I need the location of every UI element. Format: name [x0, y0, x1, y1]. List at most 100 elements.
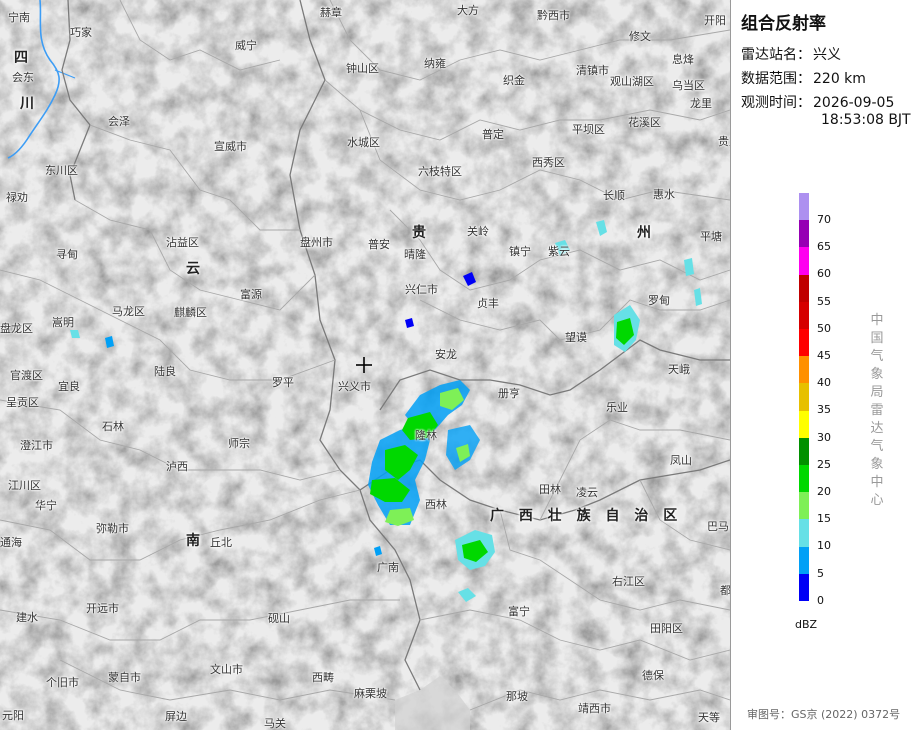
place-label: 赫章 [320, 6, 342, 19]
terrain-basemap [0, 0, 730, 730]
place-label: 元阳 [2, 709, 24, 722]
place-label: 普定 [482, 128, 504, 141]
place-label: 田林 [539, 483, 561, 496]
place-label: 广南 [377, 561, 399, 574]
place-label: 田阳区 [650, 622, 683, 635]
place-label: 盘州市 [300, 236, 333, 249]
place-label: 宁南 [8, 11, 30, 24]
agency-char: 达 [870, 421, 884, 436]
place-label: 德保 [642, 669, 664, 682]
legend-tick-35: 35 [817, 403, 831, 417]
legend-swatch-70 [799, 193, 809, 221]
place-label: 普安 [368, 238, 390, 251]
place-label: 乐业 [606, 401, 628, 414]
place-label: 砚山 [268, 612, 290, 625]
place-label: 那坡 [506, 690, 528, 703]
place-label: 呈贡区 [6, 396, 39, 409]
range-label: 数据范围： [741, 71, 811, 87]
legend-tick-20: 20 [817, 485, 831, 498]
place-label: 关岭 [467, 225, 489, 238]
station-row: 雷达站名： 兴义 [741, 44, 841, 64]
place-label: 平坝区 [572, 123, 605, 136]
time-row: 观测时间： 2026-09-05 [741, 92, 894, 112]
place-label: 观山湖区 [610, 75, 654, 88]
time-value: 18:53:08 BJT [821, 112, 911, 128]
agency-char: 气 [870, 439, 884, 454]
info-panel: 组合反射率 雷达站名： 兴义 数据范围： 220 km 观测时间： 2026-09-0… [730, 0, 920, 730]
place-label: 望谟 [565, 331, 587, 344]
place-label: 罗平 [272, 376, 294, 389]
time-label: 观测时间： [741, 95, 811, 111]
place-label: 龙里 [690, 97, 712, 110]
legend-tick-55: 55 [817, 294, 831, 308]
legend-tick-5: 5 [817, 566, 824, 580]
place-label: 凤山 [670, 454, 692, 467]
place-label: 通海 [0, 536, 22, 549]
place-label: 马龙区 [112, 305, 145, 318]
legend-swatch-20 [799, 465, 809, 493]
legend-swatch-40 [799, 356, 809, 384]
legend-swatch-30 [799, 410, 809, 438]
legend-swatch-50 [799, 301, 809, 329]
legend-tick-70: 70 [817, 213, 831, 226]
place-label: 官渡区 [10, 369, 43, 382]
place-label: 织金 [503, 74, 525, 87]
legend-tick-50: 50 [817, 321, 831, 335]
place-label: 富源 [240, 288, 262, 301]
place-label: 六枝特区 [418, 165, 462, 178]
place-label: 修文 [629, 30, 651, 43]
place-label: 华宁 [35, 499, 57, 512]
place-label: 麒麟区 [174, 306, 207, 319]
legend-swatch-10 [799, 519, 809, 547]
place-label: 晴隆 [404, 248, 426, 261]
radar-map[interactable]: 四 川 云 南 贵 州 广 西 壮 族 自 治 区 宁南 巧家 会东 会泽 东川区 禄劝寻… [0, 0, 730, 730]
legend-tick-40: 40 [817, 376, 831, 390]
agency-char: 中 [870, 475, 884, 490]
place-label: 册亨 [498, 387, 520, 400]
place-label: 威宁 [235, 39, 257, 52]
legend-tick-45: 45 [817, 349, 831, 362]
place-label: 弥勒市 [96, 522, 129, 535]
range-value: 220 km [813, 71, 866, 87]
place-label: 隆林 [415, 429, 437, 442]
place-label: 兴仁市 [405, 283, 438, 296]
place-label: 贞丰 [477, 297, 499, 310]
legend-swatch-60 [799, 247, 809, 275]
agency-char: 气 [870, 349, 884, 364]
legend-tick-15: 15 [817, 512, 831, 526]
place-label: 西秀区 [532, 156, 565, 169]
province-label-guizhou-2: 州 [637, 225, 651, 241]
place-label: 宜良 [58, 380, 80, 393]
agency-char: 心 [870, 493, 884, 508]
place-label: 天峨 [668, 363, 690, 376]
legend-tick-25: 25 [817, 457, 831, 471]
legend-tick-30: 30 [817, 430, 831, 444]
place-label: 会泽 [108, 115, 130, 128]
place-label: 师宗 [228, 437, 250, 450]
legend-swatch-5 [799, 546, 809, 574]
place-label: 大方 [457, 4, 479, 17]
place-label: 蒙自市 [108, 671, 141, 684]
province-label-yunnan-1: 云 [186, 261, 200, 277]
place-label: 石林 [102, 420, 124, 433]
place-label: 水城区 [347, 136, 380, 149]
agency-watermark: 中国气象局雷达气象中心 [869, 312, 885, 510]
place-label: 黔西市 [537, 9, 570, 22]
place-label: 天等 [698, 711, 720, 724]
place-label: 息烽 [672, 53, 694, 66]
place-label: 个旧市 [46, 676, 79, 689]
province-label-guizhou-1: 贵 [412, 225, 426, 241]
place-label: 会东 [12, 71, 34, 84]
place-label: 东川区 [45, 164, 78, 177]
place-label: 文山市 [210, 663, 243, 676]
legend-swatch-0 [799, 573, 809, 601]
place-label: 宣威市 [214, 140, 247, 153]
legend-swatch-45 [799, 329, 809, 357]
agency-char: 局 [870, 385, 884, 400]
place-label: 建水 [16, 611, 38, 624]
legend-unit: dBZ [795, 618, 818, 631]
place-label: 紫云 [548, 245, 570, 258]
place-label: 泸西 [166, 460, 188, 473]
place-label: 凌云 [576, 486, 598, 499]
place-label: 禄劝 [6, 191, 28, 204]
